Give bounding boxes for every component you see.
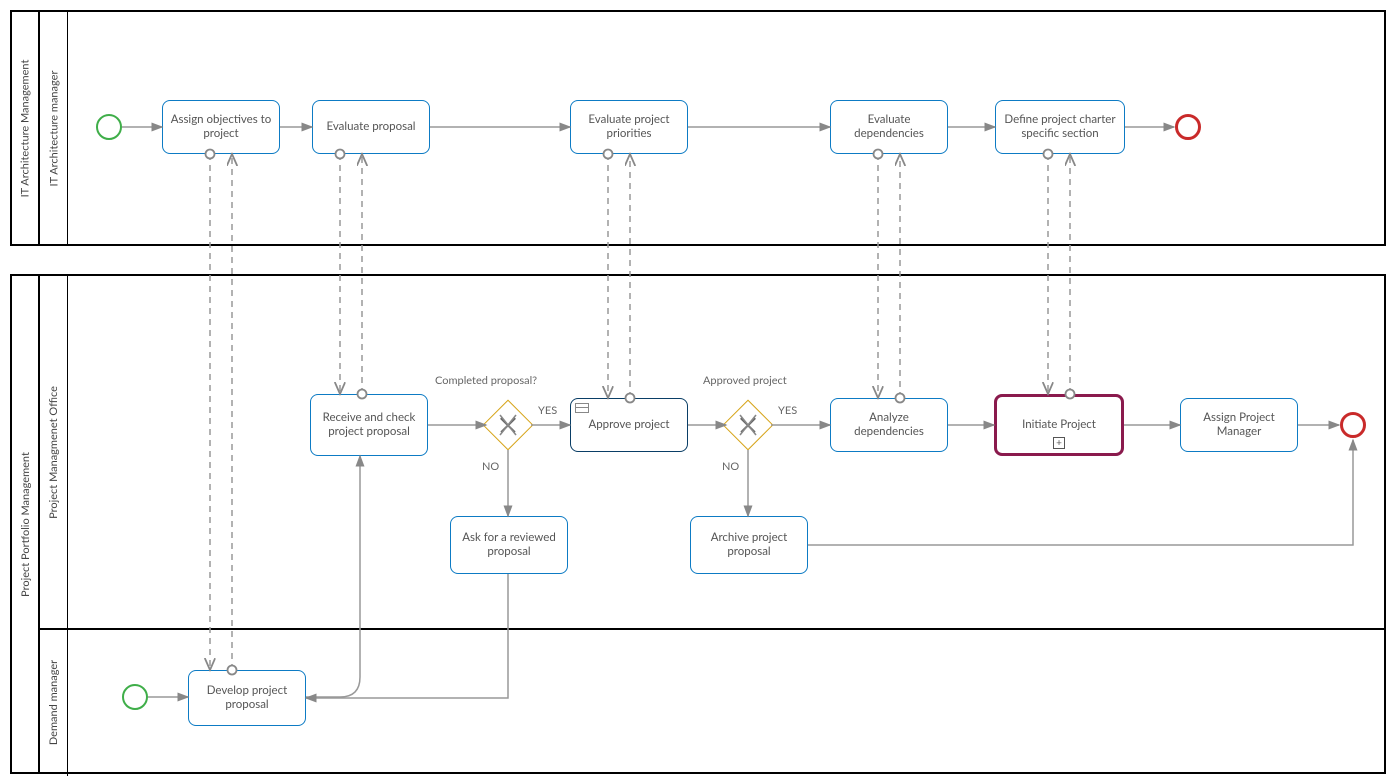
start-event-demand [122, 684, 148, 710]
label-no-2: NO [722, 460, 739, 473]
pool-title: Project Portfolio Management [19, 452, 32, 597]
task-receive-check-proposal: Receive and check project proposal [310, 394, 428, 456]
task-develop-proposal: Develop project proposal [188, 670, 306, 726]
task-evaluate-priorities: Evaluate project priorities [570, 100, 688, 154]
lane-title: Project Managmenet Office [47, 386, 60, 519]
gateway-label-approved: Approved project [703, 374, 787, 387]
task-label: Approve project [588, 418, 669, 432]
task-define-charter: Define project charter specific section [995, 100, 1125, 154]
task-approve-project: Approve project [570, 398, 688, 452]
label-no-1: NO [482, 460, 499, 473]
end-event-pmo [1340, 412, 1366, 438]
label-yes-2: YES [778, 404, 797, 417]
lane-header-it-arch-manager: IT Architecture manager [40, 12, 68, 244]
task-analyze-dependencies: Analyze dependencies [830, 398, 948, 452]
pool-title: IT Architecture Management [19, 59, 32, 197]
end-event-top [1175, 114, 1201, 140]
task-label: Initiate Project [1022, 418, 1096, 432]
pool-header-project-portfolio: Project Portfolio Management [12, 276, 40, 772]
task-evaluate-dependencies: Evaluate dependencies [830, 100, 948, 154]
start-event-top [96, 114, 122, 140]
lane-header-pmo: Project Managmenet Office [40, 276, 68, 628]
task-assign-pm: Assign Project Manager [1180, 398, 1298, 452]
gateway-label-completed: Completed proposal? [435, 374, 537, 387]
pool-header-it-architecture: IT Architecture Management [12, 12, 40, 244]
label-yes-1: YES [538, 404, 557, 417]
task-archive-proposal: Archive project proposal [690, 516, 808, 574]
task-initiate-project: Initiate Project + [994, 394, 1124, 456]
subprocess-marker-icon: + [1053, 437, 1065, 449]
lane-title: Demand manager [47, 659, 60, 744]
lane-title: IT Architecture manager [47, 70, 60, 186]
task-assign-objectives: Assign objectives to project [162, 100, 280, 154]
lane-pmo: Project Managmenet Office [40, 276, 1384, 628]
task-ask-reviewed-proposal: Ask for a reviewed proposal [450, 516, 568, 574]
lane-header-demand-manager: Demand manager [40, 628, 68, 776]
bpmn-diagram: IT Architecture Management IT Architectu… [10, 10, 1386, 774]
service-task-icon [575, 403, 589, 413]
task-evaluate-proposal: Evaluate proposal [312, 100, 430, 154]
